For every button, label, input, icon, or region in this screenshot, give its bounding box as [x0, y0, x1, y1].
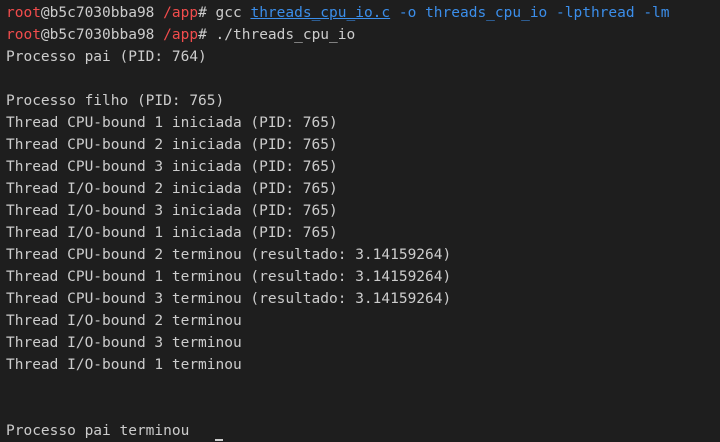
output-line: Processo pai (PID: 764): [6, 49, 207, 65]
prompt-symbol: #: [198, 5, 216, 21]
terminal-cursor: [215, 439, 224, 441]
output-line: Processo filho (PID: 765): [6, 93, 225, 109]
output-line: Thread I/O-bound 1 terminou: [6, 357, 242, 373]
prompt-path: /app: [154, 27, 199, 43]
output-line: Thread CPU-bound 3 iniciada (PID: 765): [6, 159, 338, 175]
output-line: Thread I/O-bound 2 iniciada (PID: 765): [6, 181, 338, 197]
output-line: Thread CPU-bound 2 iniciada (PID: 765): [6, 137, 338, 153]
output-line: Thread I/O-bound 2 terminou: [6, 313, 242, 329]
output-line: Thread CPU-bound 3 terminou (resultado: …: [6, 291, 452, 307]
output-text: Processo pai terminou: [6, 423, 190, 439]
command-line-gcc: root@b5c7030bba98 /app# gcc threads_cpu_…: [6, 2, 720, 24]
prompt-host: @b5c7030bba98: [40, 5, 155, 21]
terminal-window[interactable]: root@b5c7030bba98 /app# gcc threads_cpu_…: [0, 0, 720, 442]
output-line: Thread I/O-bound 1 iniciada (PID: 765): [6, 225, 338, 241]
command-name: ./threads_cpu_io: [215, 27, 356, 43]
prompt-user: root: [6, 27, 41, 43]
output-line: Thread I/O-bound 3 iniciada (PID: 765): [6, 203, 338, 219]
command-line-run: root@b5c7030bba98 /app# ./threads_cpu_io: [6, 24, 720, 46]
output-line: Thread CPU-bound 2 terminou (resultado: …: [6, 247, 452, 263]
command-arguments: -o threads_cpu_io -lpthread -lm: [390, 5, 670, 21]
output-line: Thread CPU-bound 1 iniciada (PID: 765): [6, 115, 338, 131]
command-name: gcc: [215, 5, 251, 21]
output-line: Thread CPU-bound 1 terminou (resultado: …: [6, 269, 452, 285]
prompt-user: root: [6, 5, 41, 21]
output-line-last: Processo pai terminou: [6, 420, 720, 442]
prompt-host: @b5c7030bba98: [40, 27, 155, 43]
command-source-file-link[interactable]: threads_cpu_io.c: [250, 5, 390, 21]
prompt-path: /app: [154, 5, 199, 21]
prompt-symbol: #: [198, 27, 216, 43]
output-line: Thread I/O-bound 3 terminou: [6, 335, 242, 351]
